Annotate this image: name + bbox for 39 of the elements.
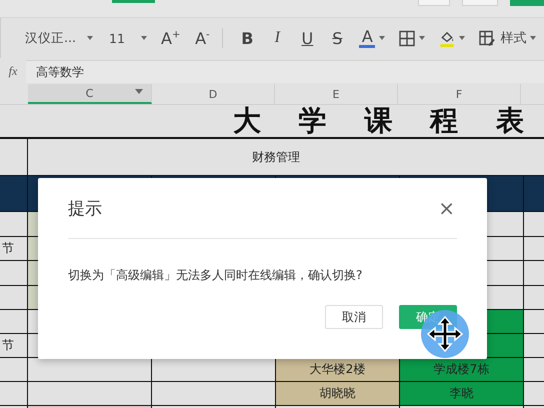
caret-icon	[141, 36, 147, 40]
increase-font-button[interactable]: A$^{+}$	[161, 28, 180, 48]
table-cell: 学成楼7栋	[400, 358, 524, 381]
styles-dropdown[interactable]: 样式	[500, 29, 526, 47]
close-button[interactable]: ×	[436, 196, 457, 220]
table-cell: 大华楼2楼	[276, 358, 400, 381]
font-color-button[interactable]: A	[359, 28, 376, 48]
underline-button[interactable]: U	[299, 28, 316, 48]
column-header[interactable]: E	[275, 84, 398, 104]
table-style-icon[interactable]	[479, 30, 496, 46]
caret-icon	[419, 36, 426, 40]
dialog-title: 提示	[68, 198, 102, 220]
table-cell-text: 财務管理	[251, 148, 301, 166]
table-cell: 李晓	[400, 382, 524, 405]
caret-icon	[459, 36, 466, 40]
column-header[interactable]: C	[28, 84, 152, 104]
strikethrough-button[interactable]: S	[329, 28, 346, 48]
tab-indicator	[112, 0, 155, 3]
size-dropdown[interactable]: 11	[109, 30, 137, 46]
function-label: fx	[8, 64, 18, 78]
cancel-button[interactable]: 取消	[325, 305, 383, 329]
bold-button[interactable]: B	[239, 28, 256, 48]
borders-icon[interactable]	[399, 30, 416, 46]
sheet-title: 大 学 课 程 表	[233, 105, 538, 137]
table-cell: 胡晓晓	[276, 382, 400, 405]
fill-color-icon[interactable]	[439, 30, 456, 46]
caret-icon	[379, 36, 386, 40]
row-header-cell: 节	[0, 237, 28, 260]
font-dropdown[interactable]: 汉仪正...	[25, 30, 83, 46]
column-header[interactable]: F	[398, 84, 521, 104]
caret-icon	[530, 36, 536, 40]
column-header[interactable]: D	[152, 84, 275, 104]
caret-icon	[135, 89, 143, 94]
italic-button[interactable]: I	[269, 29, 286, 47]
row-header-cell: 节	[0, 334, 28, 357]
dialog-message: 切换为「高级编辑」无法多人同时在线编辑，确认切换?	[68, 267, 364, 284]
decrease-font-button[interactable]: A$^{-}$	[194, 28, 210, 48]
formula-input[interactable]: 高等数学	[26, 60, 544, 82]
caret-icon	[87, 36, 93, 40]
